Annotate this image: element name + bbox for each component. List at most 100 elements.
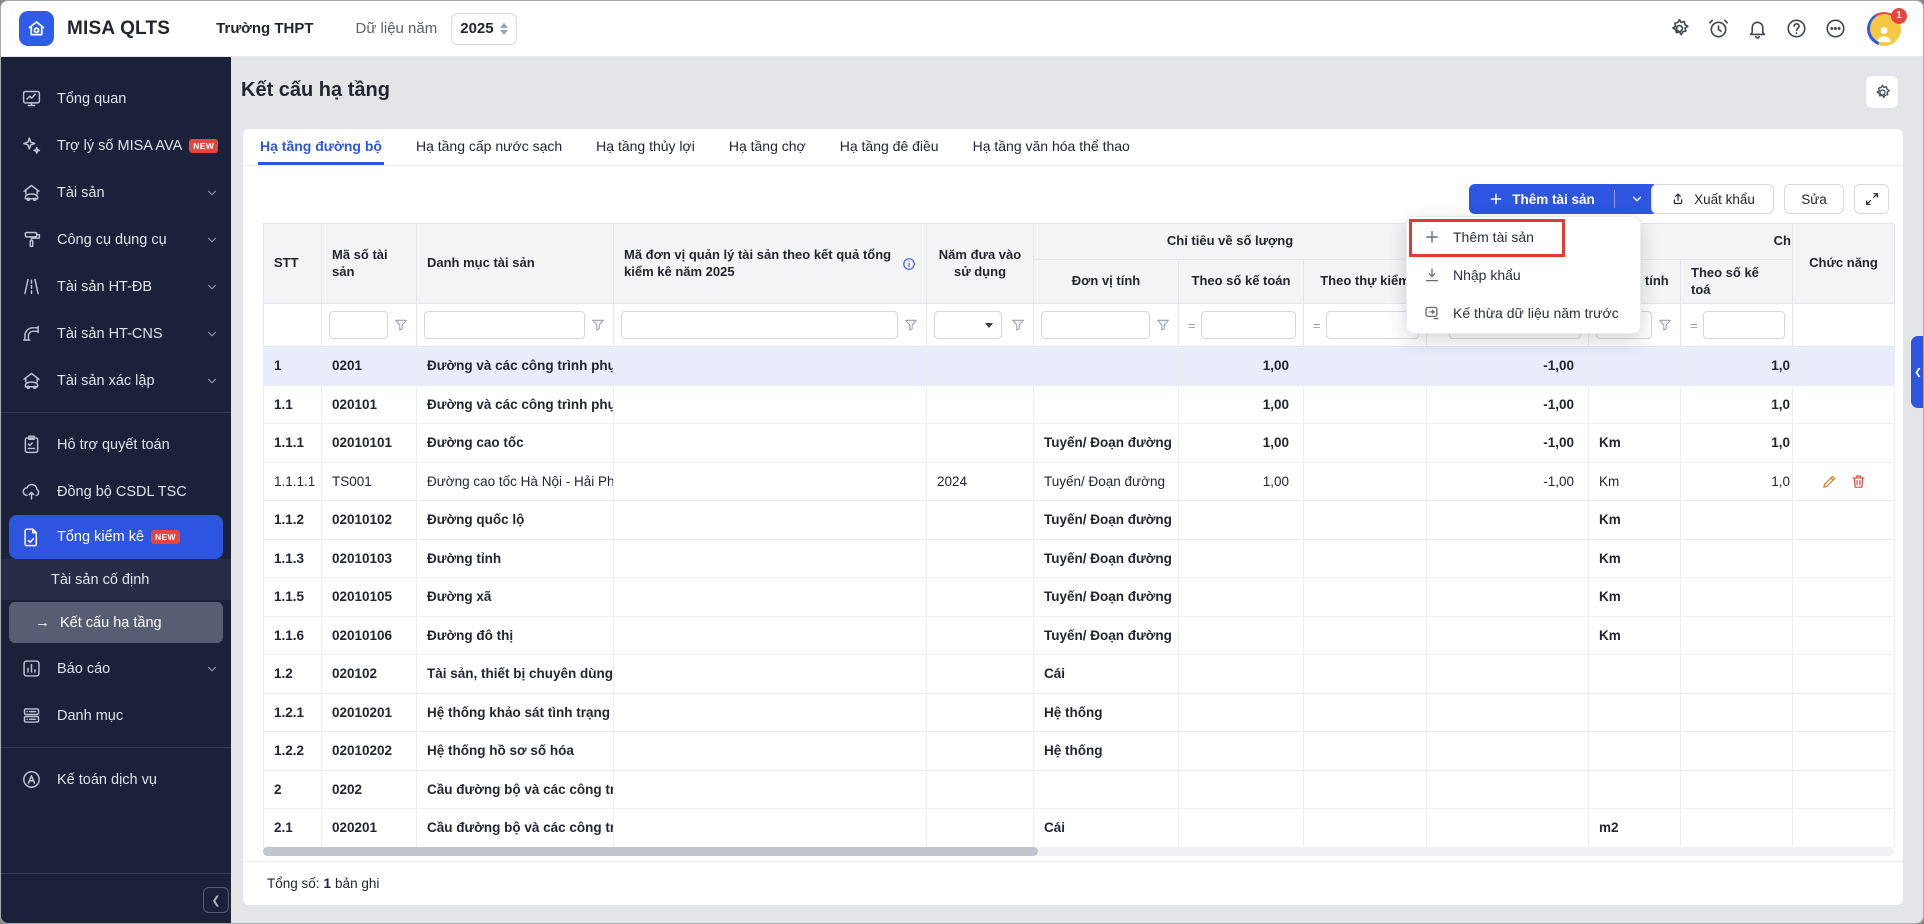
table-row[interactable]: 10201Đường và các công trình phụ trợ gắn… xyxy=(264,347,1894,386)
table-row[interactable]: 1.2.202010202Hệ thống hồ sơ số hóaHệ thố… xyxy=(264,732,1894,771)
filter-input-qty_book[interactable] xyxy=(1201,311,1296,339)
edit-button[interactable]: Sửa xyxy=(1784,184,1844,214)
sidebar-item-4[interactable]: Tài sản HT-ĐB xyxy=(1,263,231,310)
menu-item-2[interactable]: Kế thừa dữ liệu năm trước xyxy=(1407,294,1640,332)
column-header-year[interactable]: Năm đưa vào sử dụng xyxy=(927,224,1034,304)
equals-operator[interactable]: = xyxy=(1688,318,1698,333)
year-select[interactable]: 2025 xyxy=(451,13,517,45)
table-row[interactable]: 1.2020102Tài sản, thiết bị chuyên dùng p… xyxy=(264,655,1894,694)
table-row[interactable]: 1.1.302010103Đường tỉnhTuyến/ Đoạn đường… xyxy=(264,540,1894,579)
column-header-actions[interactable]: Chức năng xyxy=(1793,224,1895,304)
sidebar-item-1[interactable]: Trợ lý số MISA AVANEW xyxy=(1,122,231,169)
table-row[interactable]: 20202Cầu đường bộ và các công trình phụ … xyxy=(264,771,1894,810)
tab-2[interactable]: Hạ tầng thủy lợi xyxy=(594,129,697,165)
sidebar-item-3[interactable]: Công cụ dụng cụ xyxy=(1,216,231,263)
sidebar-item-8[interactable]: Đồng bộ CSDL TSC xyxy=(1,468,231,515)
sidebar-item-label: Công cụ dụng cụ xyxy=(57,232,167,248)
funnel-icon[interactable] xyxy=(590,317,606,333)
sidebar-item-5[interactable]: Tài sản HT-CNS xyxy=(1,310,231,357)
help-icon[interactable] xyxy=(1785,17,1808,40)
menu-item-0[interactable]: Thêm tài sản xyxy=(1407,218,1640,256)
sidebar-item-11[interactable]: Danh mục xyxy=(1,692,231,739)
cell-qty_check xyxy=(1304,771,1427,810)
cell-year xyxy=(927,347,1034,386)
column-header-unit-code[interactable]: Mã đơn vị quản lý tài sản theo kết quả t… xyxy=(614,224,927,304)
filter-input-name[interactable] xyxy=(424,311,585,339)
cell-qty2 xyxy=(1681,694,1793,733)
filter-input-qty_check[interactable] xyxy=(1326,311,1419,339)
sidebar-item-10[interactable]: Báo cáo xyxy=(1,645,231,692)
equals-operator[interactable]: = xyxy=(1311,318,1321,333)
tab-5[interactable]: Hạ tầng văn hóa thể thao xyxy=(971,129,1132,165)
year-spinner-icon[interactable] xyxy=(500,23,508,35)
horizontal-scrollbar[interactable] xyxy=(263,847,1894,856)
app-logo-icon[interactable] xyxy=(19,11,54,46)
page-settings-button[interactable] xyxy=(1865,75,1899,109)
sidebar-item-0[interactable]: Tổng quan xyxy=(1,75,231,122)
user-avatar[interactable]: 1 xyxy=(1867,12,1901,46)
sidebar-item-12[interactable]: Kế toán dịch vụ xyxy=(1,756,231,803)
expand-button[interactable] xyxy=(1854,184,1889,214)
side-panel-handle[interactable]: ❮ xyxy=(1911,336,1924,408)
cell-stt: 1.1 xyxy=(264,386,322,425)
menu-item-1[interactable]: Nhập khẩu xyxy=(1407,256,1640,294)
table-filter-row: ==== xyxy=(263,304,1894,347)
table-row[interactable]: 1.1.602010106Đường đô thịTuyến/ Đoạn đườ… xyxy=(264,617,1894,656)
tab-3[interactable]: Hạ tầng chợ xyxy=(727,129,808,165)
funnel-icon[interactable] xyxy=(903,317,919,333)
table-row[interactable]: 1.1.102010101Đường cao tốcTuyến/ Đoạn đư… xyxy=(264,424,1894,463)
more-icon[interactable] xyxy=(1824,17,1847,40)
funnel-icon[interactable] xyxy=(393,317,409,333)
settings-icon[interactable] xyxy=(1668,17,1691,40)
table-row[interactable]: 1.1020101Đường và các công trình phụ trợ… xyxy=(264,386,1894,425)
filter-input-unit_code[interactable] xyxy=(621,311,898,339)
table-row[interactable]: 1.1.502010105Đường xãTuyến/ Đoạn đườngKm xyxy=(264,578,1894,617)
funnel-icon[interactable] xyxy=(1155,317,1171,333)
scrollbar-thumb[interactable] xyxy=(263,847,1038,856)
cell-year xyxy=(927,424,1034,463)
info-icon[interactable] xyxy=(902,257,916,271)
sidebar-item-6[interactable]: Tài sản xác lập xyxy=(1,357,231,404)
table-row[interactable]: 1.1.1.1TS001Đường cao tốc Hà Nội - Hải P… xyxy=(264,463,1894,502)
filter-input-qty2[interactable] xyxy=(1703,311,1785,339)
table-header: STTMã số tài sảnDanh mục tài sảnMã đơn v… xyxy=(263,223,1894,304)
cell-name: Đường quốc lộ xyxy=(417,501,614,540)
column-header-name[interactable]: Danh mục tài sản xyxy=(417,224,614,304)
cell-year: 2024 xyxy=(927,463,1034,502)
column-header-stt[interactable]: STT xyxy=(264,224,322,304)
notifications-icon[interactable] xyxy=(1746,17,1769,40)
sidebar-item-2[interactable]: Tài sản xyxy=(1,169,231,216)
funnel-icon[interactable] xyxy=(1010,317,1026,333)
equals-operator[interactable]: = xyxy=(1186,318,1196,333)
column-header-unit[interactable]: Đơn vị tính xyxy=(1034,260,1179,304)
table-row[interactable]: 1.1.202010102Đường quốc lộTuyến/ Đoạn đư… xyxy=(264,501,1894,540)
funnel-icon[interactable] xyxy=(1657,317,1673,333)
reminder-icon[interactable] xyxy=(1707,17,1730,40)
column-header-qty-book[interactable]: Theo số kế toán xyxy=(1179,260,1304,304)
sidebar-subitem-0[interactable]: Tài sản cố định xyxy=(1,559,231,600)
tab-0[interactable]: Hạ tầng đường bộ xyxy=(258,129,384,165)
export-button[interactable]: Xuất khẩu xyxy=(1651,184,1774,214)
cell-name: Đường xã xyxy=(417,578,614,617)
table-row[interactable]: 1.2.102010201Hệ thống khảo sát tình trạn… xyxy=(264,694,1894,733)
filter-input-unit[interactable] xyxy=(1041,311,1150,339)
sidebar-item-7[interactable]: Hỗ trợ quyết toán xyxy=(1,421,231,468)
column-header-qty2[interactable]: Theo số kế toá xyxy=(1681,260,1793,304)
filter-input-code[interactable] xyxy=(329,311,388,339)
cell-actions xyxy=(1793,732,1895,771)
delete-row-icon[interactable] xyxy=(1850,473,1867,490)
column-group-quantity[interactable]: Chỉ tiêu về số lượng xyxy=(1034,224,1427,260)
edit-row-icon[interactable] xyxy=(1821,473,1838,490)
sidebar-item-9[interactable]: Tổng kiểm kêNEW xyxy=(9,515,223,559)
sidebar-divider xyxy=(1,412,231,413)
sidebar-subitem-1[interactable]: →Kết cấu hạ tầng xyxy=(9,602,223,643)
tab-4[interactable]: Hạ tầng đê điều xyxy=(838,129,941,165)
column-header-code[interactable]: Mã số tài sản xyxy=(322,224,417,304)
table-row[interactable]: 2.1020201Cầu đường bộ và các công trình … xyxy=(264,809,1894,848)
cell-unit: Hệ thống xyxy=(1034,694,1179,733)
add-asset-button[interactable]: Thêm tài sản xyxy=(1469,184,1658,214)
cell-qty2 xyxy=(1681,732,1793,771)
tab-1[interactable]: Hạ tầng cấp nước sạch xyxy=(414,129,564,165)
cell-actions xyxy=(1793,694,1895,733)
sidebar-collapse-button[interactable]: ❮ xyxy=(203,887,229,913)
